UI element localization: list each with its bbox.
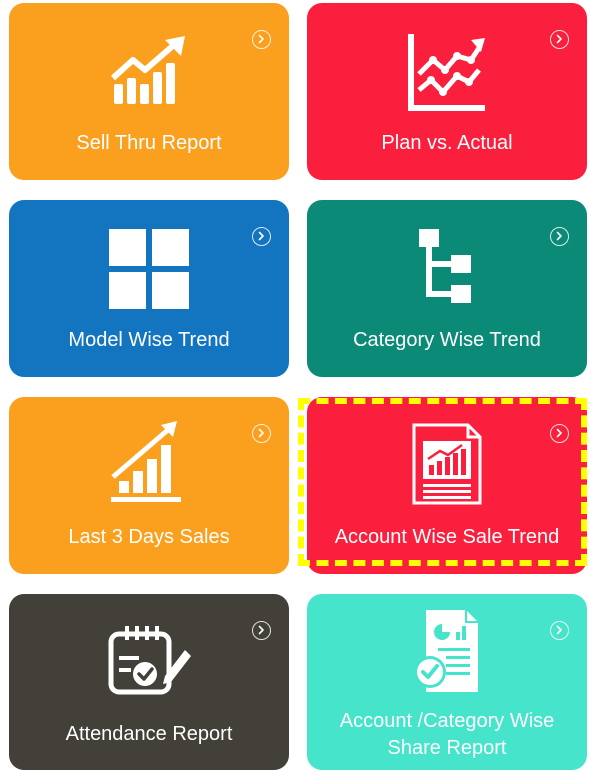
line-graph-icon [408,34,485,111]
chevron-right-circle-icon [550,424,569,443]
tile-attendance-report[interactable]: Attendance Report [9,594,289,770]
tile-label: Category Wise Trend [353,329,541,351]
tile-sell-thru-report[interactable]: Sell Thru Report [9,3,289,180]
chevron-right-circle-icon [252,424,271,443]
tile-plan-vs-actual[interactable]: Plan vs. Actual [307,3,587,180]
tile-label: Model Wise Trend [68,329,230,351]
tile-category-wise-trend[interactable]: Category Wise Trend [307,200,587,377]
tile-label: Account /Category Wise Share Report [311,708,583,762]
tile-last-3-days-sales[interactable]: Last 3 Days Sales [9,397,289,574]
attendance-checklist-icon [108,626,191,695]
growth-bar-chart-icon [110,36,185,104]
chevron-right-circle-icon [252,621,271,640]
chevron-right-circle-icon [252,30,271,49]
chevron-right-circle-icon [550,621,569,640]
tile-account-category-wise-share-report[interactable]: Account /Category Wise Share Report [307,594,587,770]
rising-bars-icon [111,421,181,502]
tile-account-wise-sale-trend[interactable]: Account Wise Sale Trend [307,397,587,574]
tile-label: Account Wise Sale Trend [334,526,560,548]
tile-model-wise-trend[interactable]: Model Wise Trend [9,200,289,377]
tile-label: Plan vs. Actual [381,132,513,154]
tile-label: Last 3 Days Sales [68,526,230,548]
chevron-right-circle-icon [550,30,569,49]
report-document-icon [412,423,482,505]
share-report-icon [414,610,478,692]
tile-label: Sell Thru Report [76,132,222,154]
chevron-right-circle-icon [550,227,569,246]
grid-tiles-icon [109,229,189,309]
tile-label: Attendance Report [65,723,233,745]
chevron-right-circle-icon [252,227,271,246]
tile-label-line-1: Account /Category Wise [339,710,555,732]
hierarchy-tree-icon [419,229,471,303]
tile-label-line-2: Share Report [387,737,507,759]
